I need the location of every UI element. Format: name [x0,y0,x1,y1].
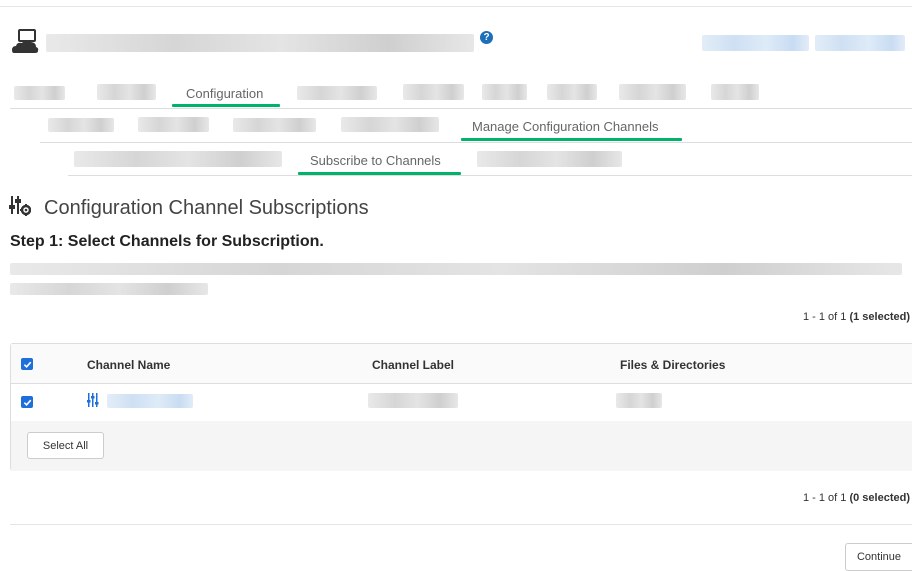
column-header-channel-name[interactable]: Channel Name [87,358,170,372]
tab-redacted[interactable] [619,84,686,100]
pagination-selected: (0 selected) [849,492,910,504]
page-title: Configuration Channel Subscriptions [44,197,369,219]
tertiary-tabs-divider [68,175,912,176]
tab-redacted[interactable] [711,84,759,100]
description-redacted-2 [10,283,208,295]
primary-tabs-divider [10,108,912,109]
channels-table: Channel Name Channel Label Files & Direc… [10,343,912,471]
table-row [11,383,912,422]
tab-redacted[interactable] [297,86,377,100]
table-footer: Select All [11,421,912,471]
continue-button[interactable]: Continue [845,543,912,571]
header-link-redacted[interactable] [702,35,809,51]
files-count-redacted [616,393,662,408]
channel-label-redacted [368,393,458,408]
checkbox-checked-icon [23,399,31,406]
subsubtab-redacted[interactable] [477,151,622,167]
tab-redacted[interactable] [14,86,65,100]
pagination-range: 1 - 1 of 1 [802,492,847,504]
row-checkbox[interactable] [21,396,33,408]
subsubtab-subscribe-to-channels[interactable]: Subscribe to Channels [310,153,441,168]
form-divider [10,524,912,525]
column-header-channel-label[interactable]: Channel Label [372,358,454,372]
pagination-selected: (1 selected) [849,311,910,323]
subtab-manage-underline [461,138,682,141]
header-link-redacted-2[interactable] [815,35,905,51]
select-all-button[interactable]: Select All [27,432,104,459]
tab-configuration[interactable]: Configuration [186,86,263,101]
subtab-redacted[interactable] [233,118,316,132]
tab-redacted[interactable] [547,84,597,100]
checkbox-checked-icon [23,361,31,368]
step-title: Step 1: Select Channels for Subscription… [10,233,324,250]
top-border [0,6,912,7]
tab-redacted[interactable] [97,84,156,100]
help-icon[interactable]: ? [480,31,493,44]
tab-redacted[interactable] [482,84,527,100]
description-redacted [10,263,902,275]
channel-name-link-redacted[interactable] [107,394,193,408]
subtab-redacted[interactable] [341,117,439,132]
system-computer-icon [12,29,39,53]
column-header-files-directories[interactable]: Files & Directories [620,358,725,372]
config-channel-icon [9,196,31,216]
secondary-tabs-divider [40,142,912,143]
subtab-redacted[interactable] [48,118,114,132]
system-name-redacted [46,34,474,52]
subtab-redacted[interactable] [138,117,209,132]
config-channel-icon [87,393,99,407]
tab-redacted[interactable] [403,84,464,100]
subsubtab-redacted[interactable] [74,151,282,167]
tab-configuration-underline [172,104,280,107]
select-all-checkbox[interactable] [21,358,33,370]
subtab-manage-configuration-channels[interactable]: Manage Configuration Channels [472,119,658,134]
pagination-top: 1 - 1 of 1 (1 selected) [803,311,910,323]
table-header: Channel Name Channel Label Files & Direc… [11,344,912,384]
pagination-range: 1 - 1 of 1 [802,311,847,323]
pagination-bottom: 1 - 1 of 1 (0 selected) [803,492,910,504]
